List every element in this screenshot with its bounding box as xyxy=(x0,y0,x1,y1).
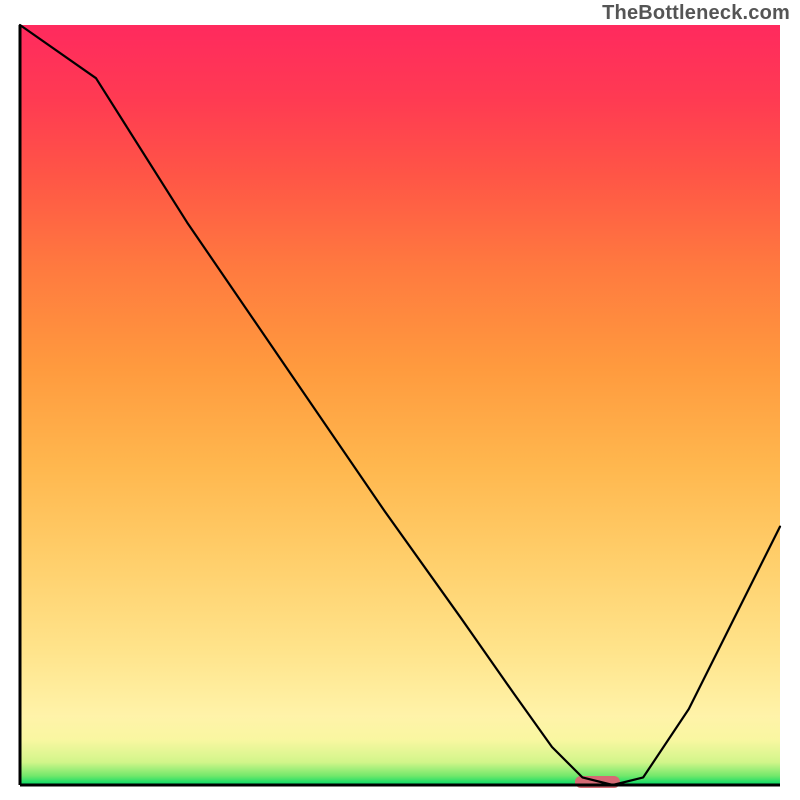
chart-svg xyxy=(20,25,780,785)
chart-container: TheBottleneck.com xyxy=(0,0,800,800)
bottleneck-curve xyxy=(20,25,780,785)
chart-area xyxy=(20,25,780,785)
watermark-text: TheBottleneck.com xyxy=(602,2,790,25)
